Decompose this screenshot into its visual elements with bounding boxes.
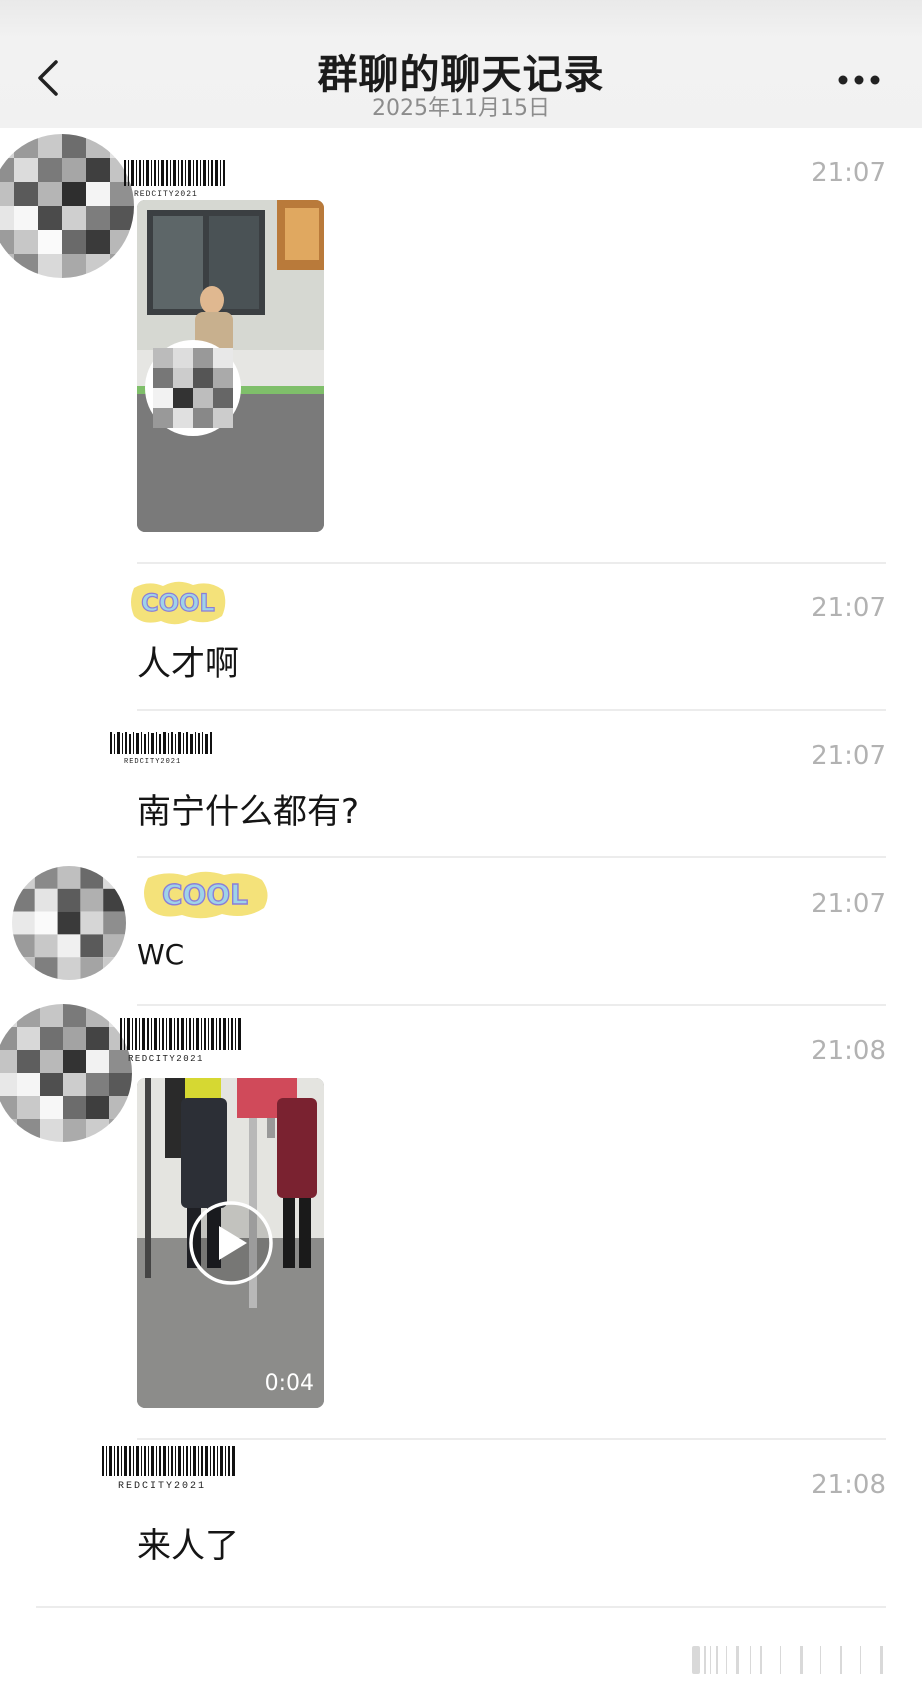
header-bar: 群聊的聊天记录 2025年11月15日 xyxy=(0,0,922,128)
more-dots-icon[interactable] xyxy=(834,70,884,90)
message-divider xyxy=(137,709,886,711)
message-text: WC xyxy=(137,938,185,971)
sticker-text: COOL xyxy=(162,878,248,911)
message-time: 21:07 xyxy=(811,889,886,919)
avatar[interactable] xyxy=(0,134,134,278)
barcode-text: REDCITY2021 xyxy=(124,758,181,766)
sticker-text: COOL xyxy=(141,589,215,617)
video-message[interactable]: 0:04 xyxy=(137,1078,324,1408)
message-time: 21:08 xyxy=(811,1036,886,1066)
avatar[interactable] xyxy=(0,1004,132,1142)
message-text: 人才啊 xyxy=(137,644,239,684)
video-duration: 0:04 xyxy=(264,1371,314,1396)
barcode-text: REDCITY2021 xyxy=(128,1054,204,1064)
message-divider xyxy=(36,1606,886,1608)
message-text: 南宁什么都有? xyxy=(137,792,360,832)
watermark-barcode xyxy=(692,1646,883,1674)
sender-name-sticker: COOL xyxy=(128,578,228,632)
sender-name-barcode: REDCITY2021 xyxy=(110,732,216,770)
sender-name-sticker: COOL xyxy=(138,868,272,926)
message-divider xyxy=(137,1004,886,1006)
avatar[interactable] xyxy=(12,866,126,980)
page-date: 2025年11月15日 xyxy=(372,96,550,121)
message-divider xyxy=(137,562,886,564)
message-divider xyxy=(137,856,886,858)
sender-name-barcode: REDCITY2021 xyxy=(102,1446,242,1494)
sender-name-barcode: REDCITY2021 xyxy=(124,160,228,202)
barcode-text: REDCITY2021 xyxy=(118,1481,206,1490)
barcode-text: REDCITY2021 xyxy=(134,190,198,198)
message-divider xyxy=(137,1438,886,1440)
message-text: 来人了 xyxy=(137,1526,239,1566)
image-message[interactable] xyxy=(137,200,324,532)
message-time: 21:08 xyxy=(811,1470,886,1500)
message-time: 21:07 xyxy=(811,158,886,188)
message-time: 21:07 xyxy=(811,741,886,771)
message-time: 21:07 xyxy=(811,593,886,623)
sender-name-barcode: REDCITY2021 xyxy=(120,1018,244,1068)
